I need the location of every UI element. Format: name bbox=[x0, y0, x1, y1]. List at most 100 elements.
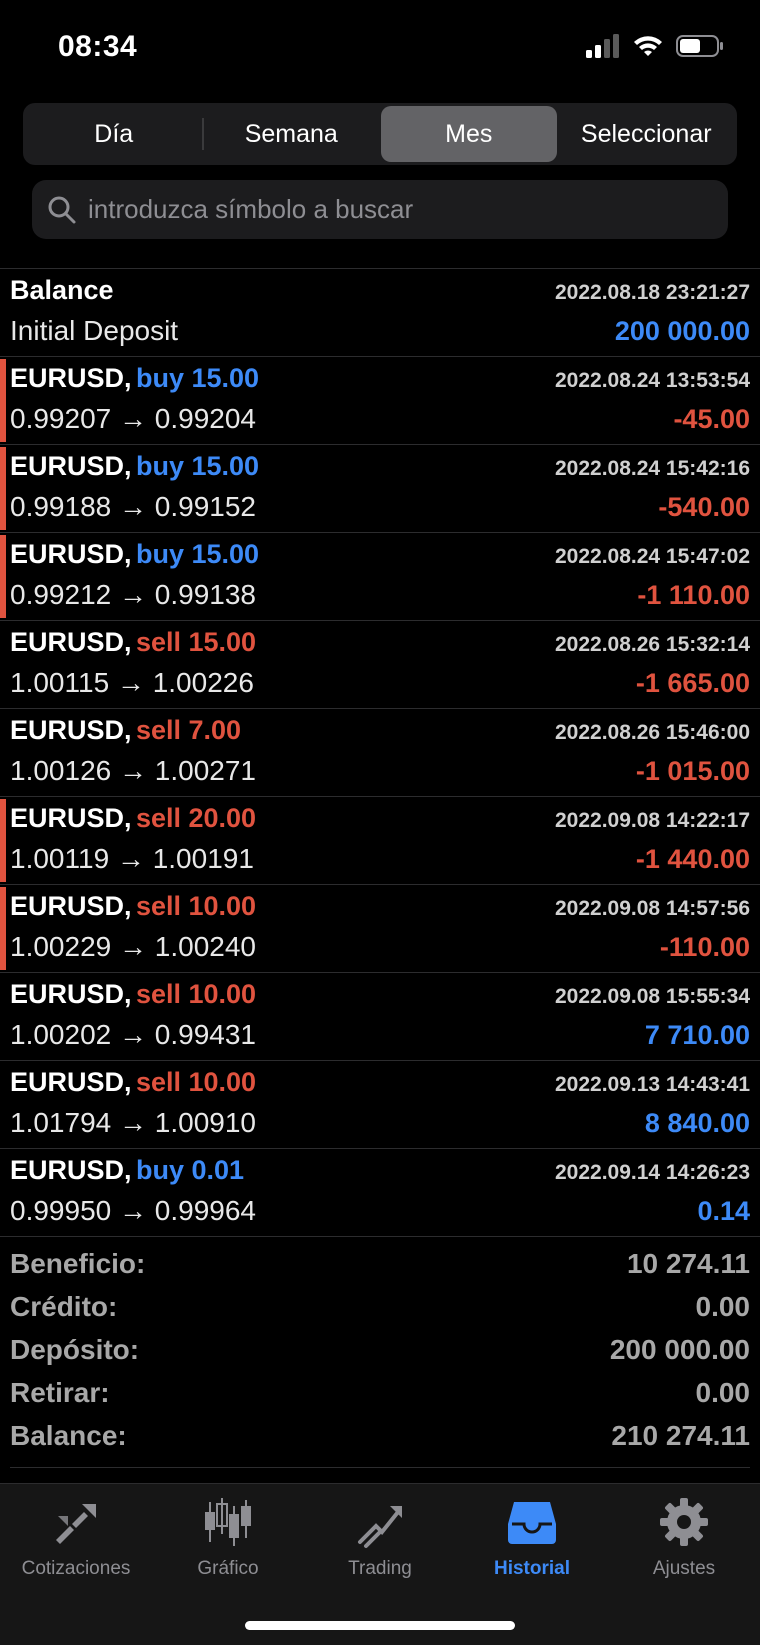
segment-mes[interactable]: Mes bbox=[381, 106, 557, 162]
summary-value: 10 274.11 bbox=[626, 1247, 750, 1279]
tab-grafico[interactable]: Gráfico bbox=[152, 1494, 304, 1584]
deal-date: 2022.09.08 14:22:17 bbox=[555, 809, 750, 832]
trading-icon bbox=[358, 1506, 402, 1548]
segment-dia[interactable]: Día bbox=[26, 106, 202, 162]
chart-icon bbox=[205, 1498, 251, 1546]
history-icon bbox=[508, 1502, 556, 1544]
summary-label: Depósito: bbox=[10, 1333, 140, 1365]
balance-title: Balance bbox=[10, 275, 114, 305]
deal-side: sell 10.00 bbox=[135, 1067, 257, 1097]
segment-seleccionar[interactable]: Seleccionar bbox=[559, 106, 735, 162]
summary-label: Balance: bbox=[10, 1419, 127, 1451]
deal-symbol: EURUSD, bbox=[10, 979, 132, 1009]
tab-cotizaciones[interactable]: Cotizaciones bbox=[0, 1494, 152, 1584]
deal-profit: -1 665.00 bbox=[635, 668, 750, 698]
deal-date: 2022.09.08 14:57:56 bbox=[555, 897, 750, 920]
deal-row[interactable]: EURUSD, sell 10.00 2022.09.08 15:55:34 1… bbox=[0, 973, 760, 1061]
summary-label: Retirar: bbox=[10, 1376, 110, 1408]
deal-side: buy 15.00 bbox=[135, 451, 260, 481]
deal-row[interactable]: EURUSD, buy 15.00 2022.08.24 15:47:02 0.… bbox=[0, 533, 760, 621]
deal-side: sell 20.00 bbox=[135, 803, 257, 833]
deal-prices: 0.99950 → 0.99964 bbox=[10, 1195, 256, 1226]
summary-value: 200 000.00 bbox=[609, 1333, 750, 1365]
deal-prices: 1.00115 → 1.00226 bbox=[10, 667, 254, 698]
summary-value: 210 274.11 bbox=[611, 1419, 750, 1451]
tab-label: Cotizaciones bbox=[21, 1558, 131, 1579]
summary-row-credit: Crédito: 0.00 bbox=[10, 1285, 750, 1328]
segment-semana[interactable]: Semana bbox=[204, 106, 380, 162]
cellular-signal-icon bbox=[586, 34, 619, 58]
deal-row[interactable]: EURUSD, buy 0.01 2022.09.14 14:26:23 0.9… bbox=[0, 1149, 760, 1237]
deal-row[interactable]: EURUSD, sell 15.00 2022.08.26 15:32:14 1… bbox=[0, 621, 760, 709]
deal-prices: 1.00202 → 0.99431 bbox=[10, 1019, 256, 1050]
deal-side: buy 0.01 bbox=[135, 1155, 245, 1185]
deal-prices: 1.00229 → 1.00240 bbox=[10, 931, 256, 962]
summary-value: 0.00 bbox=[695, 1290, 751, 1322]
deal-row[interactable]: EURUSD, sell 10.00 2022.09.13 14:43:41 1… bbox=[0, 1061, 760, 1149]
deal-row[interactable]: EURUSD, buy 15.00 2022.08.24 13:53:54 0.… bbox=[0, 357, 760, 445]
deal-symbol: EURUSD, bbox=[10, 539, 132, 569]
quotes-icon bbox=[56, 1504, 96, 1544]
tab-ajustes[interactable]: Ajustes bbox=[608, 1494, 760, 1584]
deal-profit: -540.00 bbox=[658, 492, 750, 522]
tab-label: Gráfico bbox=[197, 1558, 259, 1579]
deal-row[interactable]: EURUSD, sell 7.00 2022.08.26 15:46:00 1.… bbox=[0, 709, 760, 797]
summary-row-profit: Beneficio: 10 274.11 bbox=[10, 1242, 750, 1285]
deal-symbol: EURUSD, bbox=[10, 1067, 132, 1097]
deal-side: sell 10.00 bbox=[135, 891, 257, 921]
tab-trading[interactable]: Trading bbox=[304, 1494, 456, 1584]
deal-profit: -1 110.00 bbox=[637, 580, 750, 610]
deal-profit: -110.00 bbox=[659, 932, 750, 962]
tab-label: Historial bbox=[493, 1558, 571, 1579]
deal-side: buy 15.00 bbox=[135, 363, 260, 393]
summary-section: Beneficio: 10 274.11 Crédito: 0.00 Depós… bbox=[10, 1242, 750, 1468]
tab-bar: Cotizaciones Gráfico Trading Historial A… bbox=[0, 1483, 760, 1645]
summary-row-deposit: Depósito: 200 000.00 bbox=[10, 1328, 750, 1371]
deal-symbol: EURUSD, bbox=[10, 363, 132, 393]
deal-prices: 1.01794 → 1.00910 bbox=[10, 1107, 256, 1138]
search-icon bbox=[48, 196, 76, 223]
deal-date: 2022.08.24 15:42:16 bbox=[555, 457, 750, 480]
deal-profit: -45.00 bbox=[673, 404, 750, 434]
tab-historial[interactable]: Historial bbox=[456, 1494, 608, 1584]
deal-date: 2022.08.26 15:32:14 bbox=[555, 633, 750, 656]
deal-row[interactable]: EURUSD, buy 15.00 2022.08.24 15:42:16 0.… bbox=[0, 445, 760, 533]
battery-icon bbox=[676, 35, 723, 57]
deal-date: 2022.08.24 13:53:54 bbox=[555, 369, 750, 392]
history-list: Balance 2022.08.18 23:21:27 Initial Depo… bbox=[0, 268, 760, 1237]
deal-side: buy 15.00 bbox=[135, 539, 260, 569]
summary-label: Beneficio: bbox=[10, 1247, 146, 1279]
deal-prices: 1.00126 → 1.00271 bbox=[10, 755, 256, 786]
deal-side: sell 10.00 bbox=[135, 979, 257, 1009]
deal-date: 2022.09.13 14:43:41 bbox=[555, 1073, 750, 1096]
deal-symbol: EURUSD, bbox=[10, 451, 132, 481]
deal-symbol: EURUSD, bbox=[10, 1155, 132, 1185]
tab-label: Ajustes bbox=[652, 1558, 716, 1579]
status-icons bbox=[586, 34, 724, 58]
deal-profit: -1 015.00 bbox=[635, 756, 750, 786]
tab-label: Trading bbox=[348, 1558, 412, 1579]
summary-row-balance: Balance: 210 274.11 bbox=[10, 1414, 750, 1457]
status-bar: 08:34 bbox=[0, 0, 760, 96]
deal-side: sell 15.00 bbox=[135, 627, 257, 657]
deal-row[interactable]: EURUSD, sell 10.00 2022.09.08 14:57:56 1… bbox=[0, 885, 760, 973]
settings-icon bbox=[660, 1498, 708, 1546]
balance-subtitle: Initial Deposit bbox=[10, 315, 179, 346]
deal-symbol: EURUSD, bbox=[10, 803, 132, 833]
deal-row[interactable]: EURUSD, sell 20.00 2022.09.08 14:22:17 1… bbox=[0, 797, 760, 885]
deal-prices: 0.99212 → 0.99138 bbox=[10, 579, 256, 610]
wifi-icon bbox=[634, 36, 662, 56]
balance-row[interactable]: Balance 2022.08.18 23:21:27 Initial Depo… bbox=[0, 269, 760, 357]
deal-profit: -1 440.00 bbox=[635, 844, 750, 874]
deal-prices: 1.00119 → 1.00191 bbox=[10, 843, 254, 874]
deal-profit: 8 840.00 bbox=[644, 1108, 750, 1138]
summary-row-withdraw: Retirar: 0.00 bbox=[10, 1371, 750, 1414]
deal-profit: 7 710.00 bbox=[644, 1020, 750, 1050]
deal-symbol: EURUSD, bbox=[10, 715, 132, 745]
deal-symbol: EURUSD, bbox=[10, 891, 132, 921]
deal-profit: 0.14 bbox=[697, 1196, 750, 1226]
search-input[interactable] bbox=[88, 194, 728, 225]
deal-symbol: EURUSD, bbox=[10, 627, 132, 657]
deal-prices: 0.99207 → 0.99204 bbox=[10, 403, 256, 434]
home-indicator bbox=[245, 1621, 515, 1630]
